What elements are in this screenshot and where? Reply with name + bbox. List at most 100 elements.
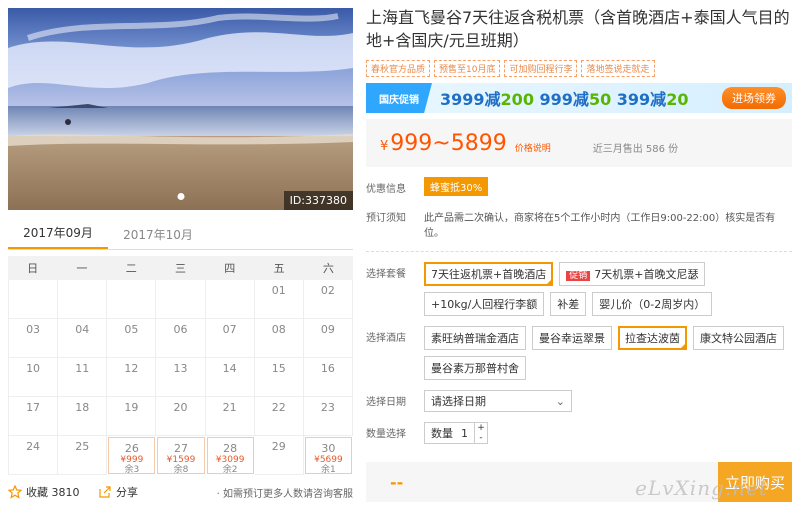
notice-row: 预订须知 此产品需二次确认，商家将在5个工作小时内（工作日9:00-22:00）… <box>366 206 792 239</box>
tab-2017-09[interactable]: 2017年09月 <box>8 224 108 249</box>
date-select-value: 请选择日期 <box>431 395 486 408</box>
day-remaining: 余2 <box>222 465 238 475</box>
weekday-label: 四 <box>224 262 236 275</box>
date-row: 选择日期 请选择日期 ⌄ <box>366 390 792 412</box>
carousel-dots[interactable] <box>177 193 184 200</box>
quantity-value: 1 <box>461 426 468 440</box>
quantity-label: 数量选择 <box>366 429 406 440</box>
weekday-label: 一 <box>76 262 88 275</box>
promo-text-part: 999减 <box>533 90 589 109</box>
day-remaining: 余1 <box>321 465 336 475</box>
package-options: 7天往返机票+首晚酒店 促销 7天机票+首晚文尼瑟 +10kg/人回程行李额 补差… <box>424 262 784 316</box>
notice-text: 此产品需二次确认，商家将在5个工作小时内（工作日9:00-22:00）核实是否有… <box>424 213 776 239</box>
increment-button[interactable]: + <box>475 423 487 433</box>
package-option[interactable]: 补差 <box>550 292 587 316</box>
package-option[interactable]: 7天往返机票+首晚酒店 <box>424 262 554 286</box>
stepper-buttons: + - <box>474 423 487 443</box>
calendar-day: 08 <box>254 319 304 358</box>
promo-text-part: 3999减 <box>440 90 501 109</box>
feature-tag: 落地签说走就走 <box>581 60 655 77</box>
price-explanation-link[interactable]: 价格说明 <box>515 141 551 154</box>
promo-badge: 国庆促销 <box>366 83 432 113</box>
hotel-option[interactable]: 曼谷幸运翠景 <box>532 326 612 350</box>
currency-symbol: ¥ <box>380 138 389 154</box>
day-price: ¥5699 <box>314 455 343 465</box>
total-price: -- <box>390 472 404 492</box>
day-number: 30 <box>321 442 336 455</box>
price-box: ¥999~5899 价格说明 近三月售出 586 份 <box>366 119 792 167</box>
day-remaining: 余3 <box>124 465 140 475</box>
calendar-empty-cell <box>156 280 206 319</box>
photo-id-label: ID:337380 <box>283 191 353 210</box>
weekday-label: 五 <box>273 262 285 275</box>
action-bar: 收藏 3810 分享 · 如需预订更多人数请咨询客服 <box>8 475 353 509</box>
calendar-empty-cell <box>9 280 59 319</box>
calendar-day[interactable]: 27 ¥1599 余8 <box>157 437 205 475</box>
calendar-day: 18 <box>58 397 108 436</box>
hotel-option[interactable]: 素旺纳普瑞金酒店 <box>424 326 526 350</box>
calendar-day: 02 <box>303 280 353 319</box>
promo-text-part: 399减 <box>611 90 667 109</box>
calendar-day: 07 <box>205 319 255 358</box>
promo-banner[interactable]: 国庆促销 3999减200 999减50 399减20 进场领券 <box>366 83 792 113</box>
promo-amount: 20 <box>666 90 689 109</box>
hotel-option[interactable]: 康文特公园酒店 <box>693 326 784 350</box>
product-photo[interactable]: ID:337380 <box>8 8 353 210</box>
favorite-button[interactable]: 收藏 3810 <box>8 484 98 500</box>
day-number: 10 <box>26 362 41 375</box>
watermark: eLvXing.net <box>635 476 768 500</box>
day-number: 07 <box>222 323 237 336</box>
calendar-day[interactable]: 26 ¥999 余3 <box>108 437 156 475</box>
calendar-day: 21 <box>205 397 255 436</box>
calendar-day: 09 <box>303 319 353 358</box>
day-number: 01 <box>271 284 286 297</box>
chevron-down-icon: ⌄ <box>555 394 565 408</box>
calendar-grid: 01 02 03 04 05 06 07 08 09 10 11 12 13 14 15 16 17 18 19 20… <box>8 280 353 475</box>
quantity-stepper[interactable]: 数量 1 + - <box>424 422 488 444</box>
day-number: 27 <box>173 442 188 455</box>
package-option[interactable]: +10kg/人回程行李额 <box>424 292 545 316</box>
beach-photo <box>8 8 353 210</box>
date-select[interactable]: 请选择日期 ⌄ <box>424 390 572 412</box>
day-price: ¥999 <box>120 455 144 465</box>
weekday-label: 二 <box>125 262 137 275</box>
day-number: 08 <box>271 323 286 336</box>
package-row: 选择套餐 7天往返机票+首晚酒店 促销 7天机票+首晚文尼瑟 +10kg/人回程行… <box>366 262 792 316</box>
carousel-dot[interactable] <box>177 193 184 200</box>
get-coupon-button[interactable]: 进场领券 <box>722 87 786 109</box>
calendar-day: 10 <box>9 358 59 397</box>
calendar-day[interactable]: 30 ¥5699 余1 <box>304 437 352 475</box>
share-button[interactable]: 分享 <box>98 484 188 500</box>
star-icon <box>8 485 22 499</box>
product-title: 上海直飞曼谷7天往返含税机票（含首晚酒店+泰国人气目的地+含国庆/元旦班期） <box>366 8 790 50</box>
feature-tag: 预售至10月底 <box>434 60 501 77</box>
feature-tags: 春秋官方品质 预售至10月底 可加购回程行李 落地签说走就走 <box>366 60 792 77</box>
package-option[interactable]: 促销 7天机票+首晚文尼瑟 <box>559 262 706 286</box>
date-label: 选择日期 <box>366 397 406 408</box>
day-number: 04 <box>75 323 90 336</box>
feature-tag: 春秋官方品质 <box>366 60 431 77</box>
calendar-day: 14 <box>205 358 255 397</box>
hotel-option[interactable]: 拉查达波茵 <box>618 326 687 350</box>
discount-row: 优惠信息 蜂蜜抵30% <box>366 177 792 196</box>
hotel-options: 素旺纳普瑞金酒店 曼谷幸运翠景 拉查达波茵 康文特公园酒店 曼谷素万那普村舍 <box>424 326 784 380</box>
hotel-option[interactable]: 曼谷素万那普村舍 <box>424 356 526 380</box>
day-number: 09 <box>320 323 335 336</box>
calendar-empty-cell <box>107 280 157 319</box>
calendar-day: 25 <box>58 436 108 475</box>
day-number: 05 <box>124 323 139 336</box>
day-number: 16 <box>320 362 335 375</box>
calendar-day[interactable]: 28 ¥3099 余2 <box>206 437 254 475</box>
share-label: 分享 <box>116 486 138 499</box>
gallery-calendar-panel: ID:337380 2017年09月 2017年10月 日 一 二 三 四 五 … <box>8 8 353 509</box>
notice-label: 预订须知 <box>366 213 406 224</box>
package-option[interactable]: 婴儿价（0-2周岁内） <box>592 292 713 316</box>
day-number: 06 <box>173 323 188 336</box>
day-number: 24 <box>26 440 41 453</box>
promo-amount: 200 <box>500 90 534 109</box>
calendar-day: 01 <box>254 280 304 319</box>
calendar-day: 20 <box>156 397 206 436</box>
decrement-button[interactable]: - <box>475 433 487 443</box>
tab-2017-10[interactable]: 2017年10月 <box>108 226 208 249</box>
calendar-day: 06 <box>156 319 206 358</box>
